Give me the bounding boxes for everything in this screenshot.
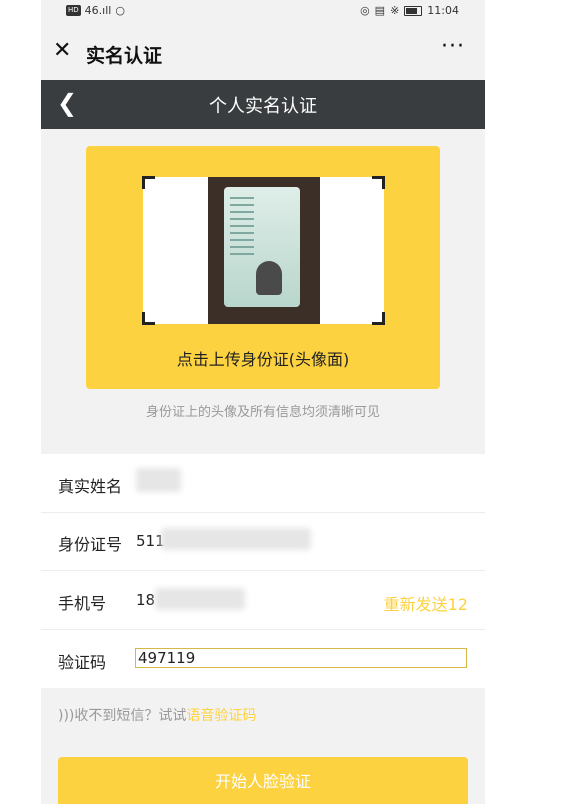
status-left: HD 46.ıll ○ — [66, 4, 125, 17]
start-face-verification-button[interactable]: 开始人脸验证 — [58, 757, 468, 804]
id-number-row: 身份证号 511 — [41, 512, 485, 571]
resend-code-button[interactable]: 重新发送12 — [384, 591, 468, 615]
status-time: 11:04 — [427, 4, 459, 17]
nfc-icon: ▤ — [374, 4, 386, 17]
status-right: ◎ ▤ ※ 11:04 — [360, 4, 459, 17]
code-row: 验证码 — [41, 630, 485, 688]
frame-corner — [142, 312, 155, 325]
phone-label: 手机号 — [58, 594, 107, 613]
id-card-photo — [208, 177, 320, 324]
upload-label[interactable]: 点击上传身份证(头像面) — [86, 346, 440, 370]
name-value-redacted — [136, 468, 181, 492]
bluetooth-icon: ※ — [390, 4, 400, 17]
page-title: 实名认证 — [86, 45, 163, 67]
upload-hint: 身份证上的头像及所有信息均须清晰可见 — [145, 405, 380, 420]
phone-value: 18 — [136, 591, 156, 609]
verification-form: 真实姓名 身份证号 511 手机号 18 重新发送12 验证码 — [41, 454, 485, 688]
name-row: 真实姓名 — [41, 454, 485, 513]
page-header: ❮ 个人实名认证 — [41, 80, 485, 129]
id-photo-frame[interactable] — [142, 176, 385, 325]
eye-icon: ◎ — [360, 4, 370, 17]
frame-corner — [372, 312, 385, 325]
frame-corner — [142, 176, 155, 189]
signal-icon: 46.ıll — [84, 4, 112, 17]
phone-redacted — [155, 588, 245, 610]
hd-badge: HD — [66, 5, 81, 16]
sms-help-text: 收不到短信？试试 — [74, 708, 187, 724]
id-upload-card[interactable]: 点击上传身份证(头像面) — [86, 146, 440, 389]
id-number-redacted — [161, 528, 311, 550]
voice-code-link[interactable]: 语音验证码 — [186, 708, 256, 724]
chat-bubble-icon: ○ — [115, 4, 125, 17]
close-icon[interactable]: ✕ — [53, 40, 71, 62]
battery-icon — [404, 5, 423, 16]
verification-code-input[interactable] — [135, 648, 467, 668]
title-bar: ✕ 实名认证 ··· — [41, 24, 485, 80]
phone-screen: HD 46.ıll ○ ◎ ▤ ※ 11:04 ✕ 实名认证 ··· ❮ 个人实… — [41, 0, 485, 804]
code-label: 验证码 — [58, 653, 107, 672]
more-options-button[interactable]: ··· — [441, 34, 465, 59]
sound-wave-icon: ))) — [58, 708, 75, 724]
id-card-portrait — [256, 261, 282, 295]
name-label: 真实姓名 — [58, 477, 123, 496]
phone-row: 手机号 18 重新发送12 — [41, 571, 485, 630]
id-card-image — [224, 187, 300, 307]
id-number-label: 身份证号 — [58, 535, 123, 554]
id-card-text-lines — [230, 197, 254, 257]
frame-corner — [372, 176, 385, 189]
status-bar: HD 46.ıll ○ ◎ ▤ ※ 11:04 — [41, 0, 485, 24]
header-title: 个人实名认证 — [209, 96, 317, 117]
sms-help: )))收不到短信？试试语音验证码 — [58, 705, 256, 725]
